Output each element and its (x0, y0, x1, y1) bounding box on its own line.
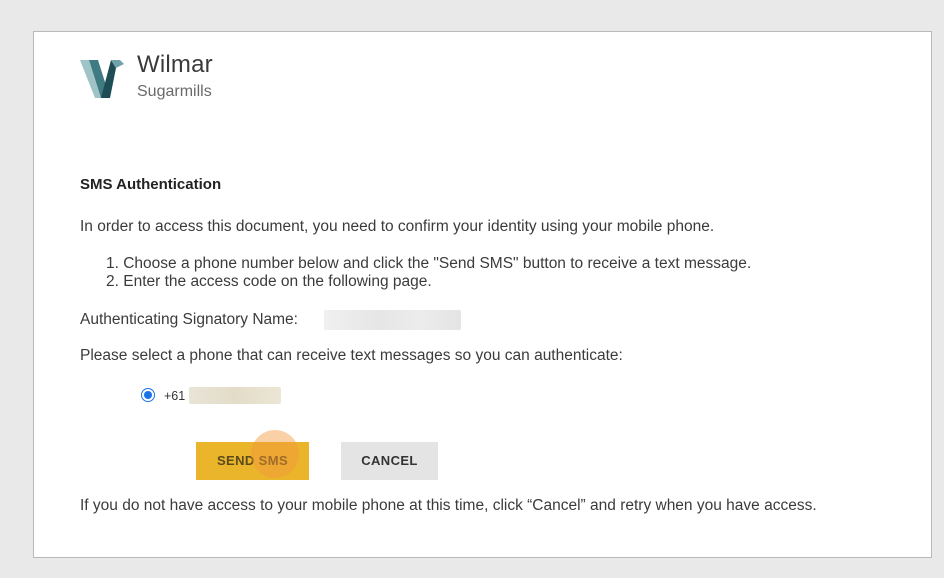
wilmar-w-logo-icon (80, 60, 124, 98)
signatory-label: Authenticating Signatory Name: (80, 311, 298, 328)
redacted-phone-number (189, 387, 281, 404)
brand-subtitle: Sugarmills (137, 83, 212, 100)
send-sms-button[interactable]: SEND SMS (196, 442, 309, 480)
phone-select-prompt: Please select a phone that can receive t… (80, 347, 623, 364)
cancel-button[interactable]: CANCEL (341, 442, 438, 480)
redacted-signatory-name (324, 310, 461, 330)
footer-note: If you do not have access to your mobile… (80, 497, 817, 514)
auth-card: Wilmar Sugarmills SMS Authentication In … (33, 31, 932, 558)
phone-country-code: +61 (164, 389, 186, 403)
step-item: 2. Enter the access code on the followin… (106, 273, 432, 290)
brand-name: Wilmar (137, 51, 213, 78)
intro-text: In order to access this document, you ne… (80, 218, 715, 235)
phone-radio-button[interactable] (141, 388, 155, 402)
page-title: SMS Authentication (80, 176, 222, 193)
instruction-steps: 1. Choose a phone number below and click… (106, 255, 751, 291)
step-item: 1. Choose a phone number below and click… (106, 255, 752, 272)
